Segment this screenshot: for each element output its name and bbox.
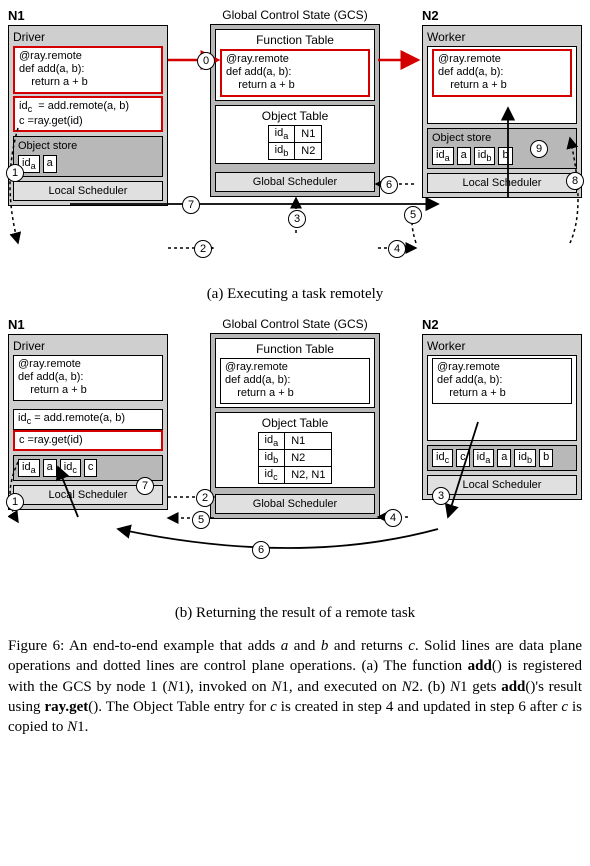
gcs-label: Global Control State (GCS): [210, 8, 380, 22]
n2-label: N2: [422, 8, 582, 23]
n1-local-scheduler: Local Scheduler: [13, 181, 163, 201]
step-7: 7: [182, 196, 200, 214]
object-store-title: Object store: [18, 140, 158, 152]
n2-node-box: Worker @ray.remote def add(a, b): return…: [422, 25, 582, 198]
object-table: idaN1idbN2: [268, 125, 323, 160]
n2-node-box-b: Worker @ray.remote def add(a, b): return…: [422, 334, 582, 500]
n2-column: N2 Worker @ray.remote def add(a, b): ret…: [422, 8, 582, 278]
step-b1: 1: [6, 493, 24, 511]
n2-object-store-b: idccidaaidbb: [427, 445, 577, 471]
n1-column-b: N1 Driver @ray.remote def add(a, b): ret…: [8, 317, 168, 597]
worker-code-box: @ray.remote def add(a, b): return a + b: [432, 49, 572, 97]
gcs-column: Global Control State (GCS) Function Tabl…: [210, 8, 380, 278]
step-b3: 3: [432, 487, 450, 505]
gcs-box: Function Table @ray.remote def add(a, b)…: [210, 24, 380, 197]
object-table-title: Object Table: [220, 109, 370, 125]
step-6: 6: [380, 176, 398, 194]
worker-title: Worker: [427, 30, 577, 46]
n1-object-store: Object store idaa: [13, 136, 163, 177]
driver-code-b: @ray.remote def add(a, b): return a + b: [13, 355, 163, 401]
n1-store-row-b: idaaidcc: [18, 459, 158, 477]
diagram-a: N1 Driver @ray.remote def add(a, b): ret…: [8, 8, 582, 278]
n1-node-box: Driver @ray.remote def add(a, b): return…: [8, 25, 168, 206]
function-table-box-b: Function Table @ray.remote def add(a, b)…: [215, 338, 375, 408]
step-0: 0: [197, 52, 215, 70]
figure-number: Figure 6:: [8, 638, 64, 654]
step-4: 4: [388, 240, 406, 258]
function-table-box: Function Table @ray.remote def add(a, b)…: [215, 29, 375, 101]
object-table-box: Object Table idaN1idbN2: [215, 105, 375, 164]
step-b2: 2: [196, 489, 214, 507]
step-2: 2: [194, 240, 212, 258]
step-3: 3: [288, 210, 306, 228]
step-b7: 7: [136, 477, 154, 495]
n2-column-b: N2 Worker @ray.remote def add(a, b): ret…: [422, 317, 582, 597]
n1-store-row: idaa: [18, 155, 158, 173]
global-scheduler: Global Scheduler: [215, 172, 375, 192]
worker-body: @ray.remote def add(a, b): return a + b: [427, 46, 577, 124]
global-scheduler-b: Global Scheduler: [215, 494, 375, 514]
figure-caption: Figure 6: An end-to-end example that add…: [8, 636, 582, 737]
function-table-code-b: @ray.remote def add(a, b): return a + b: [220, 358, 370, 404]
n2-store-row: idaaidbb: [432, 147, 572, 165]
function-table-code: @ray.remote def add(a, b): return a + b: [220, 49, 370, 97]
step-b4: 4: [384, 509, 402, 527]
driver-call-box: idc = add.remote(a, b) c =ray.get(id): [13, 96, 163, 132]
gcs-box-b: Function Table @ray.remote def add(a, b)…: [210, 333, 380, 519]
object-table-b: idaN1idbN2idcN2, N1: [258, 432, 333, 485]
step-1: 1: [6, 164, 24, 182]
driver-get: c =ray.get(id): [19, 115, 157, 128]
driver-code-decorator-box: @ray.remote def add(a, b): return a + b: [13, 46, 163, 94]
driver-call: idc = add.remote(a, b): [19, 100, 157, 115]
n1-label: N1: [8, 8, 168, 23]
step-b5: 5: [192, 511, 210, 529]
driver-title: Driver: [13, 30, 163, 46]
caption-a: (a) Executing a task remotely: [8, 286, 582, 303]
caption-b: (b) Returning the result of a remote tas…: [8, 605, 582, 622]
object-table-box-b: Object Table idaN1idbN2idcN2, N1: [215, 412, 375, 489]
step-9: 9: [530, 140, 548, 158]
diagram-b: N1 Driver @ray.remote def add(a, b): ret…: [8, 317, 582, 597]
n2-object-store: Object store idaaidbb: [427, 128, 577, 169]
code-return: return a + b: [19, 76, 157, 89]
driver-get-box-b: c =ray.get(id): [13, 430, 163, 451]
code-decorator: @ray.remote: [19, 50, 157, 63]
worker-body-b: @ray.remote def add(a, b): return a + b: [427, 355, 577, 441]
n2-local-scheduler: Local Scheduler: [427, 173, 577, 193]
n2-local-scheduler-b: Local Scheduler: [427, 475, 577, 495]
driver-call-plain-b: idc = add.remote(a, b): [13, 409, 163, 430]
n1-column: N1 Driver @ray.remote def add(a, b): ret…: [8, 8, 168, 278]
worker-code-b: @ray.remote def add(a, b): return a + b: [432, 358, 572, 404]
step-5: 5: [404, 206, 422, 224]
n2-store-row-b: idccidaaidbb: [432, 449, 572, 467]
gcs-column-b: Global Control State (GCS) Function Tabl…: [210, 317, 380, 597]
step-8: 8: [566, 172, 584, 190]
code-def: def add(a, b):: [19, 63, 157, 76]
function-table-title: Function Table: [220, 33, 370, 49]
step-b6: 6: [252, 541, 270, 559]
